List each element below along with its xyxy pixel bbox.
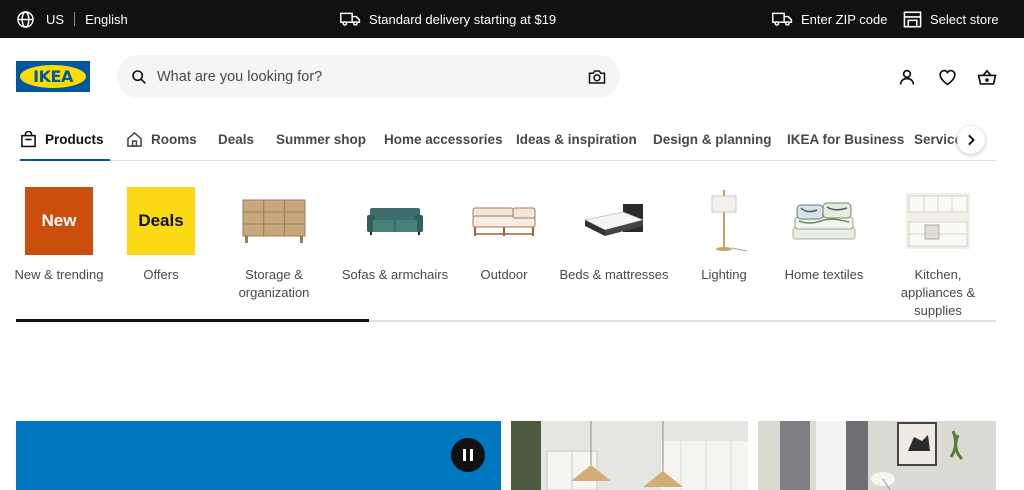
logo-oval: IKEA — [20, 65, 86, 88]
category-image: New — [4, 184, 114, 258]
shopping-bag-icon[interactable] — [976, 66, 998, 88]
category-label: Home textiles — [784, 267, 864, 282]
category-label: Offers — [143, 267, 179, 282]
living-room-image — [758, 421, 996, 490]
promo-video-tile[interactable] — [16, 421, 501, 490]
category-label: Storage & organization — [238, 267, 310, 300]
outdoor-furniture-image — [449, 184, 559, 258]
category-label: Lighting — [701, 267, 747, 282]
tab-ikea-for-business[interactable]: IKEA for Business — [787, 118, 904, 160]
chevron-right-icon — [968, 134, 975, 146]
category-label: Outdoor — [480, 267, 528, 282]
heart-icon[interactable] — [936, 66, 958, 88]
category-home-textiles[interactable]: Home textiles — [769, 184, 879, 284]
category-lighting[interactable]: Lighting — [669, 184, 779, 284]
lamp-image — [669, 184, 779, 258]
tab-rooms[interactable]: Rooms — [126, 118, 197, 160]
category-label: Kitchen, appliances & supplies — [900, 267, 976, 318]
tab-products[interactable]: Products — [20, 118, 109, 161]
category-kitchen-appliances-supplies[interactable]: Kitchen, appliances & supplies — [882, 184, 994, 320]
top-utility-bar: US English Standard delivery starting at… — [0, 0, 1024, 38]
pause-video-button[interactable] — [451, 438, 485, 472]
sofa-image — [340, 184, 450, 258]
tab-label: Home accessories — [384, 131, 503, 147]
nav-scroll-right-button[interactable] — [957, 126, 985, 154]
ikea-logo[interactable]: IKEA — [16, 61, 90, 92]
main-navigation: Products Rooms Deals Summer shop Home ac… — [16, 118, 996, 161]
tab-ideas-inspiration[interactable]: Ideas & inspiration — [516, 118, 637, 160]
textiles-image — [769, 184, 879, 258]
tab-summer-shop[interactable]: Summer shop — [276, 118, 366, 160]
category-offers[interactable]: Deals Offers — [106, 184, 216, 284]
tab-deals[interactable]: Deals — [218, 118, 254, 160]
category-label: Beds & mattresses — [559, 267, 669, 282]
zip-code-button[interactable]: Enter ZIP code — [772, 0, 887, 38]
store-icon — [903, 11, 922, 27]
tab-label: Products — [45, 131, 104, 147]
category-scroll-thumb[interactable] — [16, 319, 369, 322]
category-storage-organization[interactable]: Storage & organization — [219, 184, 329, 302]
tab-label: IKEA for Business — [787, 131, 905, 147]
category-label: Sofas & armchairs — [341, 267, 449, 282]
category-new-trending[interactable]: New New & trending — [4, 184, 114, 284]
dining-room-image — [511, 421, 748, 490]
delivery-banner[interactable]: Standard delivery starting at $19 — [340, 0, 556, 38]
shopping-bag-icon — [21, 130, 36, 147]
tab-label: Design & planning — [653, 131, 772, 147]
new-badge: New — [25, 187, 93, 255]
select-store-button[interactable]: Select store — [903, 0, 999, 38]
promo-dining-room-tile[interactable] — [511, 421, 748, 490]
country-label: US — [46, 11, 65, 27]
globe-icon — [17, 10, 34, 28]
bed-image — [559, 184, 669, 258]
category-label: New & trending — [14, 267, 104, 282]
tab-label: Deals — [218, 131, 255, 147]
camera-icon[interactable] — [588, 69, 606, 85]
truck-icon — [340, 12, 361, 26]
tab-label: Rooms — [151, 131, 197, 147]
category-beds-mattresses[interactable]: Beds & mattresses — [559, 184, 669, 284]
search-bar[interactable] — [117, 55, 620, 98]
category-outdoor[interactable]: Outdoor — [449, 184, 559, 284]
locale-selector[interactable]: US English — [16, 0, 128, 38]
truck-icon — [772, 12, 793, 26]
search-input[interactable] — [157, 68, 588, 85]
house-icon — [127, 131, 142, 147]
category-sofas-armchairs[interactable]: Sofas & armchairs — [340, 184, 450, 284]
pause-icon — [463, 449, 473, 461]
profile-icon[interactable] — [896, 66, 918, 88]
locale-divider — [74, 12, 76, 26]
tab-label: Summer shop — [276, 131, 367, 147]
logo-text: IKEA — [33, 67, 73, 86]
deals-badge: Deals — [127, 187, 195, 255]
dresser-image — [219, 184, 329, 258]
category-image: Deals — [106, 184, 216, 258]
tab-home-accessories[interactable]: Home accessories — [384, 118, 503, 160]
tab-design-planning[interactable]: Design & planning — [653, 118, 772, 160]
search-icon — [132, 69, 146, 84]
tab-label: Ideas & inspiration — [516, 131, 637, 147]
promo-living-room-tile[interactable] — [758, 421, 996, 490]
language-label: English — [85, 11, 128, 27]
delivery-text: Standard delivery starting at $19 — [369, 11, 557, 27]
zip-code-label: Enter ZIP code — [801, 11, 888, 27]
select-store-label: Select store — [930, 11, 999, 27]
kitchen-image — [882, 184, 994, 258]
